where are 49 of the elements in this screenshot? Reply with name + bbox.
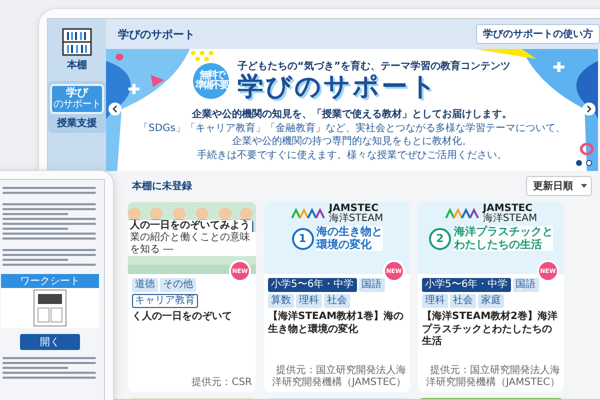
tag: 理科	[296, 294, 322, 308]
thumbnail-heading: 海洋プラスチックと わたしたちの生活	[454, 226, 553, 252]
tag: 算数	[268, 294, 294, 308]
series-name: 海洋STEAM	[482, 214, 538, 224]
sidebar-label: 本棚	[67, 58, 87, 72]
caret-icon	[581, 184, 587, 188]
tag: キャリア教育	[132, 294, 198, 308]
sort-select[interactable]: 更新日順	[526, 176, 592, 196]
provider-text: 提供元：国立研究開発法人海洋研究開発機構（JAMSTEC）	[425, 364, 561, 388]
tag: 社会	[324, 294, 350, 308]
tag: 国語	[512, 278, 539, 292]
tag: 家庭	[478, 294, 504, 308]
tag: 小学5〜6年・中学	[422, 278, 511, 292]
thumbnail-subcaption: 業の紹介と働くことの意味を知る ―	[128, 232, 256, 256]
logo-icon	[444, 208, 479, 220]
tag: 小学5〜6年・中学	[268, 278, 357, 292]
banner-text: 企業や公的機関の持つ専門的な知見をもとに教材化。	[232, 136, 472, 148]
tag: 社会	[450, 294, 476, 308]
open-button[interactable]: 開く	[20, 334, 80, 350]
banner-lead: 企業や公的機関の知見を、「授業で使える教材」としてお届けします。	[192, 108, 512, 121]
banner-title: 学びのサポート	[237, 72, 440, 103]
volume-number: 1	[292, 228, 314, 250]
card-title: 【海洋STEAM教材1巻】海の生き物と環境の変化	[266, 310, 405, 336]
banner-tagline: 子どもたちの“気づき”を育む、テーマ学習の教育コンテンツ	[237, 59, 511, 73]
provider-text: 提供元：国立研究開発法人海洋研究開発機構（JAMSTEC）	[271, 364, 407, 388]
logo-text: JAMSTEC	[482, 204, 532, 214]
banner-text: 手続きは不要ですぐに使えます。様々な授業でぜひご活用ください。	[196, 150, 507, 162]
tag: 国語	[358, 278, 385, 292]
help-button[interactable]: 学びのサポートの使い方	[476, 24, 600, 44]
bookshelf-icon	[62, 28, 92, 56]
page-title: 学びのサポート	[118, 26, 195, 42]
tag: 道徳	[132, 278, 158, 292]
volume-number: 2	[429, 228, 451, 250]
tag: その他	[160, 278, 196, 292]
section-heading: 本棚に未登録	[132, 180, 192, 193]
provider-text: 提供元：CSR	[190, 376, 253, 388]
card-title: 【海洋STEAM教材2巻】海洋プラスチックとわたしたちの生活	[420, 310, 559, 348]
card-title: く人の一日をのぞいて	[131, 310, 233, 324]
logo-text: JAMSTEC	[328, 204, 378, 214]
sidebar-item[interactable]: 本棚	[60, 25, 94, 75]
banner-text: 「SDGs」「キャリア教育」「金融教育」など、実社会とつながる多様な学習テーマについて、	[138, 122, 566, 134]
thumbnail-heading: 海の生き物と 環境の変化	[316, 226, 382, 252]
sidebar-item[interactable]: 学び のサポート 授業支援	[48, 81, 106, 134]
support-icon: 学び のサポート	[50, 84, 104, 114]
sidebar-label: 授業支援	[57, 116, 97, 130]
logo-icon	[290, 208, 325, 220]
tag: 理科	[422, 294, 448, 308]
thumbnail-caption: 人の一日をのぞいてみよう	[128, 220, 252, 232]
series-name: 海洋STEAM	[328, 214, 384, 224]
